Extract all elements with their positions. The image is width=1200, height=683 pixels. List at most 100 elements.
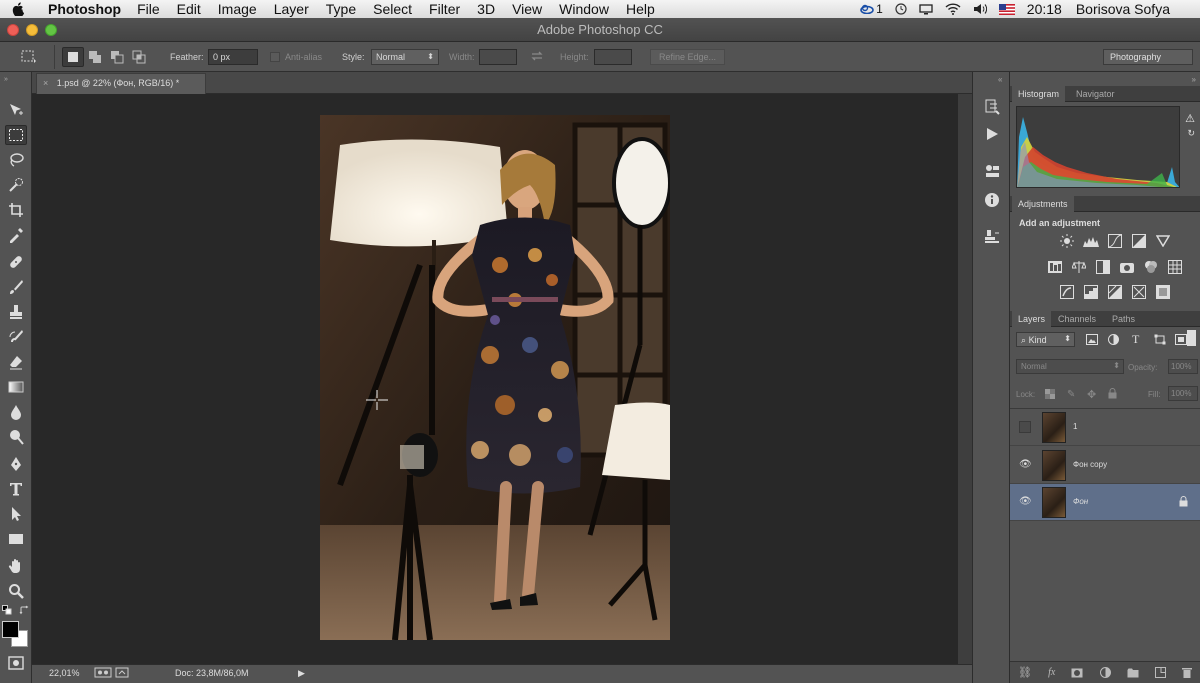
marquee-preset-picker[interactable] <box>18 47 40 67</box>
tab-navigator[interactable]: Navigator <box>1070 86 1121 102</box>
posterize-icon[interactable] <box>1083 285 1099 299</box>
tab-layers[interactable]: Layers <box>1012 311 1052 327</box>
document-photo[interactable] <box>320 115 670 640</box>
layer-style-icon[interactable]: fx <box>1048 667 1055 678</box>
opacity-input[interactable]: 100% <box>1168 359 1198 374</box>
crop-tool-icon[interactable] <box>5 200 27 220</box>
history-panel-icon[interactable] <box>981 97 1003 117</box>
gradient-tool-icon[interactable] <box>5 377 27 397</box>
hand-tool-icon[interactable] <box>5 556 27 576</box>
new-adjustment-layer-icon[interactable] <box>1099 667 1111 678</box>
zoom-tool-icon[interactable] <box>5 581 27 601</box>
menu-image[interactable]: Image <box>218 1 257 17</box>
us-flag-icon[interactable] <box>998 3 1015 15</box>
hue-saturation-icon[interactable] <box>1047 260 1063 274</box>
black-white-icon[interactable] <box>1095 260 1111 274</box>
time-machine-icon[interactable] <box>895 3 907 15</box>
path-selection-tool-icon[interactable] <box>5 504 27 524</box>
eyedropper-tool-icon[interactable] <box>5 225 27 245</box>
vibrance-icon[interactable] <box>1155 234 1171 248</box>
lasso-tool-icon[interactable] <box>5 150 27 170</box>
move-tool-icon[interactable] <box>5 100 27 120</box>
app-name-menu[interactable]: Photoshop <box>48 1 121 17</box>
gradient-map-icon[interactable] <box>1131 285 1147 299</box>
lock-transparent-pixels-icon[interactable] <box>1045 389 1055 399</box>
healing-brush-tool-icon[interactable] <box>5 252 27 272</box>
apple-menu-icon[interactable] <box>12 2 34 16</box>
menu-select[interactable]: Select <box>373 1 412 17</box>
document-tab[interactable]: × 1.psd @ 22% (Фон, RGB/16) * <box>36 73 206 94</box>
layer-row[interactable]: 1 <box>1010 409 1200 446</box>
link-layers-icon[interactable]: ⛓ <box>1018 666 1032 679</box>
type-tool-icon[interactable] <box>5 479 27 499</box>
rectangular-marquee-tool-icon[interactable] <box>5 125 27 145</box>
layer-visibility-toggle[interactable] <box>1019 421 1031 433</box>
filter-adjustment-layers-icon[interactable] <box>1108 334 1119 345</box>
menu-3d[interactable]: 3D <box>477 1 495 17</box>
menu-help[interactable]: Help <box>626 1 655 17</box>
info-panel-icon[interactable] <box>981 190 1003 210</box>
wifi-icon[interactable] <box>945 3 961 15</box>
eye-icon[interactable]: 👁 <box>1019 496 1032 508</box>
workspace-switcher[interactable]: Photography <box>1103 49 1193 65</box>
refine-edge-button[interactable]: Refine Edge... <box>650 49 726 65</box>
eraser-tool-icon[interactable] <box>5 352 27 372</box>
fill-input[interactable]: 100% <box>1168 386 1198 401</box>
brightness-contrast-icon[interactable] <box>1059 234 1075 248</box>
subtract-from-selection-button[interactable] <box>106 47 128 67</box>
menu-file[interactable]: File <box>137 1 160 17</box>
tab-paths[interactable]: Paths <box>1106 311 1141 327</box>
invert-icon[interactable] <box>1059 285 1075 299</box>
clone-stamp-tool-icon[interactable] <box>5 302 27 322</box>
collapse-panels-icon[interactable]: » <box>1192 75 1196 84</box>
rectangle-tool-icon[interactable] <box>5 529 27 549</box>
layer-row[interactable]: 👁 Фон copy <box>1010 447 1200 484</box>
add-to-selection-button[interactable] <box>84 47 106 67</box>
lock-position-icon[interactable]: ✥ <box>1087 388 1096 401</box>
layer-kind-filter[interactable]: ⌕ Kind ⬍ <box>1016 332 1075 347</box>
new-selection-button[interactable] <box>62 47 84 67</box>
vertical-scrollbar[interactable] <box>958 94 972 664</box>
menu-window[interactable]: Window <box>559 1 609 17</box>
layer-name[interactable]: Фон <box>1073 497 1088 506</box>
collapse-dock-icon[interactable]: « <box>998 75 1002 84</box>
tab-histogram[interactable]: Histogram <box>1012 86 1066 102</box>
menu-type[interactable]: Type <box>326 1 356 17</box>
filter-type-layers-icon[interactable]: T <box>1132 332 1139 347</box>
menu-layer[interactable]: Layer <box>274 1 309 17</box>
quick-mask-icon[interactable] <box>5 653 27 673</box>
menu-filter[interactable]: Filter <box>429 1 460 17</box>
add-mask-icon[interactable] <box>1071 668 1083 678</box>
history-brush-tool-icon[interactable] <box>5 327 27 347</box>
layer-name[interactable]: 1 <box>1073 422 1077 431</box>
swap-dimensions-icon[interactable] <box>530 50 544 62</box>
brush-tool-icon[interactable] <box>5 277 27 297</box>
properties-panel-icon[interactable] <box>981 161 1003 181</box>
close-tab-icon[interactable]: × <box>43 78 48 88</box>
photo-filter-icon[interactable] <box>1119 260 1135 274</box>
layer-row-selected[interactable]: 👁 Фон <box>1010 484 1200 521</box>
curves-icon[interactable] <box>1107 234 1123 248</box>
height-input[interactable] <box>594 49 632 65</box>
display-icon[interactable] <box>919 3 933 15</box>
speaker-icon[interactable] <box>973 3 987 15</box>
intersect-selection-button[interactable] <box>128 47 150 67</box>
default-colors-icon[interactable] <box>2 605 12 615</box>
status-menu-arrow-icon[interactable]: ▶ <box>298 668 305 679</box>
pen-tool-icon[interactable] <box>5 454 27 474</box>
filter-toggle-switch[interactable] <box>1187 330 1196 346</box>
filter-pixel-layers-icon[interactable] <box>1086 334 1098 345</box>
blend-mode-select[interactable]: Normal ⬍ <box>1016 359 1124 374</box>
levels-icon[interactable] <box>1083 234 1099 248</box>
channel-mixer-icon[interactable] <box>1143 260 1159 274</box>
lock-image-pixels-icon[interactable]: ✎ <box>1067 389 1075 400</box>
color-balance-icon[interactable] <box>1071 260 1087 274</box>
lock-all-icon[interactable] <box>1108 388 1117 399</box>
collapse-toolbar-icon[interactable]: » <box>4 76 8 83</box>
status-info-icon[interactable] <box>94 667 132 678</box>
swap-colors-icon[interactable] <box>19 605 29 615</box>
menubar-clock[interactable]: 20:18 <box>1027 1 1062 17</box>
anti-alias-checkbox[interactable] <box>270 52 280 62</box>
width-input[interactable] <box>479 49 517 65</box>
tab-channels[interactable]: Channels <box>1052 311 1102 327</box>
